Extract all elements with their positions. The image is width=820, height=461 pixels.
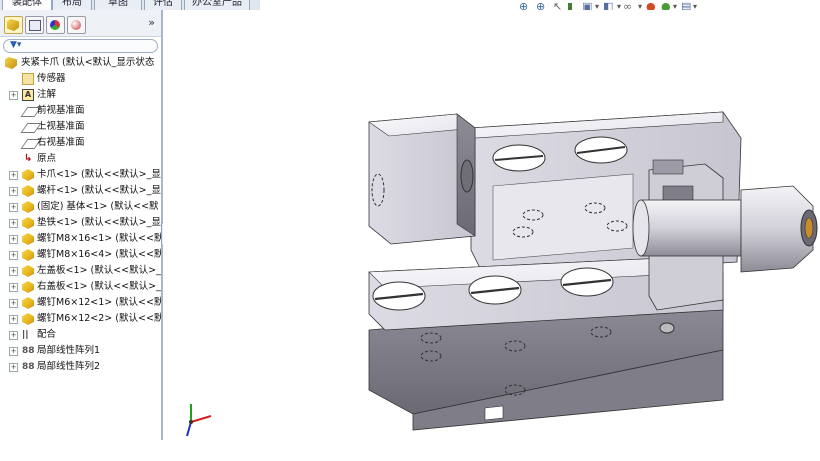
tree-item-right-plane[interactable]: 右视基准面 bbox=[0, 135, 161, 151]
feature-manager-icon bbox=[7, 19, 19, 31]
tree-item-label: 螺钉M8×16<4> (默认<<默 bbox=[37, 249, 161, 260]
tree-item-pattern[interactable]: + 88 局部线性阵列1 bbox=[0, 343, 161, 359]
expand-toggle[interactable]: + bbox=[9, 315, 18, 324]
expand-toggle[interactable]: + bbox=[9, 203, 18, 212]
tree-item-label: 传感器 bbox=[37, 73, 66, 84]
tree-item-label: 垫铁<1> (默认<<默认>_显 bbox=[37, 217, 161, 228]
tree-item-label: 原点 bbox=[37, 153, 57, 164]
status-area bbox=[0, 440, 820, 461]
filter-funnel-icon: ▼▾ bbox=[10, 40, 22, 50]
assembly-model[interactable] bbox=[163, 10, 820, 440]
tree-item-front-plane[interactable]: 前视基准面 bbox=[0, 103, 161, 119]
configuration-manager-icon bbox=[50, 20, 60, 30]
graphics-viewport[interactable] bbox=[163, 10, 820, 440]
tree-item-component[interactable]: + 螺钉M6×12<1> (默认<<默 bbox=[0, 295, 161, 311]
expand-toggle[interactable]: + bbox=[9, 299, 18, 308]
part-icon bbox=[22, 297, 34, 309]
tree-item-component[interactable]: + 螺杆<1> (默认<<默认>_显 bbox=[0, 183, 161, 199]
property-manager-icon bbox=[29, 20, 41, 31]
tree-item-component[interactable]: + 螺钉M6×12<2> (默认<<默 bbox=[0, 311, 161, 327]
tree-item-label: 配合 bbox=[37, 329, 57, 340]
tree-item-label: 螺钉M6×12<1> (默认<<默 bbox=[37, 297, 161, 308]
tree-item-label: 局部线性阵列1 bbox=[37, 345, 101, 356]
z-axis bbox=[186, 421, 192, 437]
command-manager-tabs: 装配体 布局 草图 评估 办公室产品 bbox=[0, 0, 260, 11]
assembly-icon bbox=[5, 57, 17, 69]
expand-toggle[interactable]: + bbox=[9, 251, 18, 260]
tree-item-annotations[interactable]: + A 注解 bbox=[0, 87, 161, 103]
part-icon bbox=[22, 217, 34, 229]
tree-item-top-plane[interactable]: 上视基准面 bbox=[0, 119, 161, 135]
tree-filter-input[interactable]: ▼▾ bbox=[3, 39, 158, 53]
expand-toggle[interactable]: + bbox=[9, 283, 18, 292]
part-icon bbox=[22, 249, 34, 261]
tree-item-component[interactable]: + 螺钉M8×16<1> (默认<<默 bbox=[0, 231, 161, 247]
tree-item-mates[interactable]: + || 配合 bbox=[0, 327, 161, 343]
tree-item-label: 卡爪<1> (默认<<默认>_显 bbox=[37, 169, 161, 180]
tree-item-component[interactable]: + 垫铁<1> (默认<<默认>_显 bbox=[0, 215, 161, 231]
tree-item-label: 螺钉M6×12<2> (默认<<默 bbox=[37, 313, 161, 324]
tree-item-label: 局部线性阵列2 bbox=[37, 361, 101, 372]
tree-item-label: 右视基准面 bbox=[37, 137, 85, 148]
tree-item-component[interactable]: + 左盖板<1> (默认<<默认>_ bbox=[0, 263, 161, 279]
annotation-icon: A bbox=[22, 89, 34, 101]
expand-toggle[interactable]: + bbox=[9, 267, 18, 276]
panel-toolbar: » bbox=[0, 10, 161, 37]
tree-item-label: 右盖板<1> (默认<<默认>_ bbox=[37, 281, 161, 292]
configuration-manager-tab[interactable] bbox=[46, 16, 65, 34]
tree-item-component[interactable]: + 卡爪<1> (默认<<默认>_显 bbox=[0, 167, 161, 183]
tree-item-label: (固定) 基体<1> (默认<<默 bbox=[37, 201, 159, 212]
tree-item-label: 注解 bbox=[37, 89, 57, 100]
tree-item-pattern[interactable]: + 88 局部线性阵列2 bbox=[0, 359, 161, 375]
tree-item-label: 螺钉M8×16<1> (默认<<默 bbox=[37, 233, 161, 244]
part-icon bbox=[22, 265, 34, 277]
tree-item-component[interactable]: + 右盖板<1> (默认<<默认>_ bbox=[0, 279, 161, 295]
tree-item-label: 上视基准面 bbox=[37, 121, 85, 132]
display-manager-tab[interactable] bbox=[67, 16, 86, 34]
tree-item-component[interactable]: + (固定) 基体<1> (默认<<默 bbox=[0, 199, 161, 215]
sensor-icon bbox=[22, 73, 34, 85]
display-manager-icon bbox=[71, 20, 81, 30]
jaw-block[interactable] bbox=[368, 113, 476, 245]
part-icon bbox=[22, 185, 34, 197]
origin-icon: ↳ bbox=[24, 153, 33, 164]
expand-toggle[interactable]: + bbox=[9, 331, 18, 340]
feature-manager-tab[interactable] bbox=[4, 16, 23, 34]
expand-toggle[interactable]: + bbox=[9, 363, 18, 372]
mate-icon: || bbox=[22, 330, 29, 340]
coordinate-triad bbox=[186, 404, 212, 437]
expand-toggle[interactable]: + bbox=[9, 171, 18, 180]
part-icon bbox=[22, 233, 34, 245]
part-icon bbox=[22, 169, 34, 181]
tree-item-label: 前视基准面 bbox=[37, 105, 85, 116]
expand-toggle[interactable]: + bbox=[9, 91, 18, 100]
x-axis bbox=[190, 415, 212, 423]
expand-toggle[interactable]: + bbox=[9, 219, 18, 228]
part-icon bbox=[22, 201, 34, 213]
expand-chevron-icon[interactable]: » bbox=[148, 16, 155, 29]
pattern-icon: 88 bbox=[22, 346, 35, 356]
tree-item-component[interactable]: + 螺钉M8×16<4> (默认<<默 bbox=[0, 247, 161, 263]
tree-item-label: 左盖板<1> (默认<<默认>_ bbox=[37, 265, 161, 276]
tree-root[interactable]: 夹紧卡爪 (默认<默认_显示状态 bbox=[0, 55, 161, 71]
part-icon bbox=[22, 281, 34, 293]
tree-item-sensors[interactable]: 传感器 bbox=[0, 71, 161, 87]
feature-manager-panel: » ▼▾ 夹紧卡爪 (默认<默认_显示状态 传感器 + A 注解 前视基准面 上… bbox=[0, 10, 163, 440]
property-manager-tab[interactable] bbox=[25, 16, 44, 34]
expand-toggle[interactable]: + bbox=[9, 187, 18, 196]
expand-toggle[interactable]: + bbox=[9, 347, 18, 356]
expand-toggle[interactable]: + bbox=[9, 235, 18, 244]
tree-root-label: 夹紧卡爪 (默认<默认_显示状态 bbox=[21, 57, 155, 68]
tree-item-label: 螺杆<1> (默认<<默认>_显 bbox=[37, 185, 161, 196]
part-icon bbox=[22, 313, 34, 325]
tree-item-origin[interactable]: ↳ 原点 bbox=[0, 151, 161, 167]
pattern-icon: 88 bbox=[22, 362, 35, 372]
